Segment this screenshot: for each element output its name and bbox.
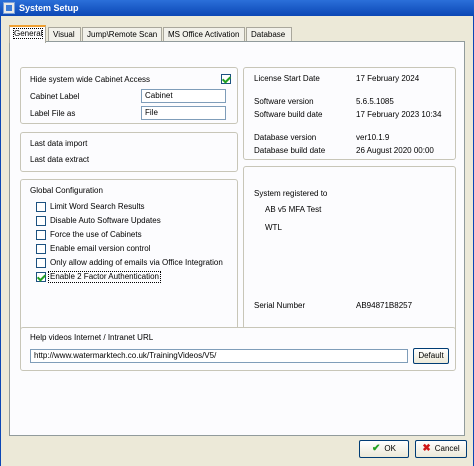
software-version-label: Software version: [254, 97, 314, 106]
option-label: Disable Auto Software Updates: [50, 216, 161, 225]
help-url-label: Help videos Internet / Intranet URL: [30, 333, 154, 342]
tab-visual[interactable]: Visual: [48, 27, 81, 42]
software-version-value: 5.6.5.1085: [356, 97, 394, 106]
registered-to-title: System registered to: [254, 189, 328, 198]
cancel-button[interactable]: ✖ Cancel: [415, 440, 467, 458]
checkbox[interactable]: [36, 216, 46, 226]
license-start-date-value: 17 February 2024: [356, 74, 420, 83]
cross-icon: ✖: [422, 442, 431, 454]
registration-group: System registered to AB v5 MFA Test WTL …: [243, 166, 456, 343]
tab-jump-remote-scan[interactable]: Jump\Remote Scan: [82, 27, 162, 42]
global-configuration-title: Global Configuration: [30, 186, 103, 195]
software-build-date-label: Software build date: [254, 110, 323, 119]
app-icon: [3, 2, 15, 14]
tab-general[interactable]: General: [9, 25, 46, 43]
tab-database[interactable]: Database: [246, 27, 292, 42]
help-url-group: Help videos Internet / Intranet URL http…: [20, 327, 456, 371]
window-title: System Setup: [19, 3, 79, 13]
label-file-as-input[interactable]: File: [141, 106, 226, 120]
database-version-label: Database version: [254, 133, 317, 142]
cabinet-group: Hide system wide Cabinet Access Cabinet …: [20, 67, 238, 124]
default-button[interactable]: Default: [413, 348, 449, 364]
cancel-label: Cancel: [434, 444, 460, 453]
database-version-value: ver10.1.9: [356, 133, 390, 142]
hide-cabinet-access-label: Hide system wide Cabinet Access: [30, 75, 151, 84]
database-build-date-value: 26 August 2020 00:00: [356, 146, 434, 155]
option-label: Limit Word Search Results: [50, 202, 145, 211]
hide-cabinet-access-checkbox[interactable]: [221, 74, 231, 84]
checkbox[interactable]: [36, 272, 46, 282]
serial-number-value: AB94871B8257: [356, 301, 413, 310]
help-url-input[interactable]: http://www.watermarktech.co.uk/TrainingV…: [30, 349, 408, 363]
dialog-window: General Visual Jump\Remote Scan MS Offic…: [0, 16, 474, 466]
database-build-date-label: Database build date: [254, 146, 326, 155]
license-group: License Start Date 17 February 2024 Soft…: [243, 67, 456, 160]
checkbox[interactable]: [36, 230, 46, 240]
title-bar: System Setup: [0, 0, 474, 16]
software-build-date-value: 17 February 2023 10:34: [356, 110, 442, 119]
option-label: Force the use of Cabinets: [50, 230, 142, 239]
global-configuration-group: Global Configuration Limit Word Search R…: [20, 179, 238, 343]
ok-button[interactable]: ✔ OK: [359, 440, 409, 458]
registered-to-company: WTL: [265, 223, 282, 232]
cabinet-label-input[interactable]: Cabinet: [141, 89, 226, 103]
label-file-as-label: Label File as: [30, 109, 76, 118]
checkbox[interactable]: [36, 258, 46, 268]
checkbox[interactable]: [36, 244, 46, 254]
cabinet-label-label: Cabinet Label: [30, 92, 80, 101]
data-group: Last data import Last data extract: [20, 132, 238, 172]
general-panel: Hide system wide Cabinet Access Cabinet …: [9, 41, 465, 436]
tab-ms-office-activation[interactable]: MS Office Activation: [163, 27, 245, 42]
checkbox[interactable]: [36, 202, 46, 212]
option-label: Enable 2 Factor Authentication: [48, 271, 161, 283]
last-data-extract-label: Last data extract: [30, 155, 90, 164]
serial-number-label: Serial Number: [254, 301, 306, 310]
option-label: Enable email version control: [50, 244, 151, 253]
last-data-import-label: Last data import: [30, 139, 88, 148]
option-label: Only allow adding of emails via Office I…: [50, 258, 223, 267]
license-start-date-label: License Start Date: [254, 74, 320, 83]
registered-to-name: AB v5 MFA Test: [265, 205, 322, 214]
ok-label: OK: [384, 444, 396, 453]
checkmark-icon: ✔: [372, 442, 381, 454]
